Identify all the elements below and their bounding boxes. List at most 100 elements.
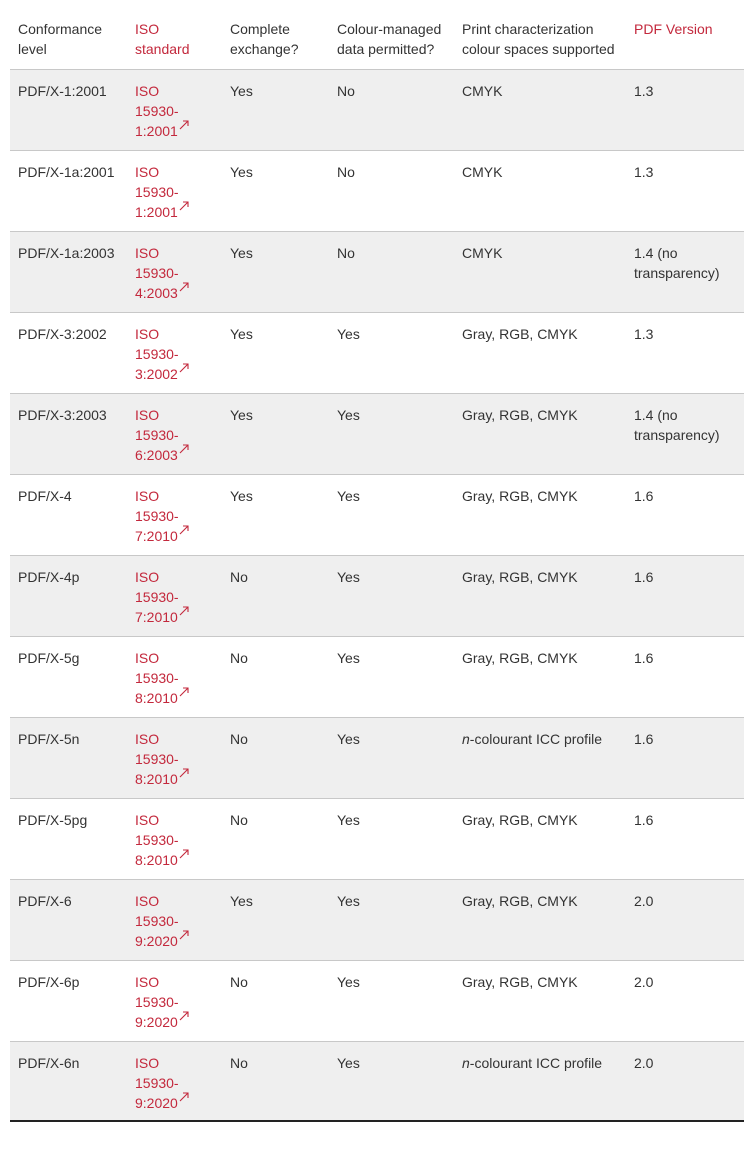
cell-pdf-version: 1.4 (no transparency) [626, 231, 744, 312]
conformance-level-text: PDF/X-4p [18, 568, 80, 585]
iso-standard-link[interactable]: ISO 15930- 1:2001 [135, 164, 189, 220]
external-link-icon [179, 686, 189, 697]
iso-standard-part-b: 15930- [135, 588, 179, 605]
iso-standard-part-b: 15930- [135, 264, 179, 281]
pdf-version-text: 1.3 [634, 82, 654, 99]
iso-standard-link[interactable]: ISO 15930- 4:2003 [135, 245, 189, 301]
conformance-level-text: PDF/X-5g [18, 649, 80, 666]
cell-print-colour-spaces: Gray, RGB, CMYK [454, 312, 626, 393]
cell-conformance-level: PDF/X-3:2002 [10, 312, 127, 393]
conformance-level-text: PDF/X-4 [18, 487, 72, 504]
iso-standard-part-a: ISO [135, 487, 160, 504]
pdf-version-text: 1.3 [634, 163, 654, 180]
cell-colour-managed: Yes [329, 717, 454, 798]
cell-complete-exchange: No [222, 636, 329, 717]
external-link-icon [179, 281, 189, 292]
external-link-icon [179, 767, 189, 778]
iso-standard-part-a: ISO [135, 163, 160, 180]
table-body: PDF/X-1:2001 ISO 15930- 1:2001 Yes No CMYK 1.3 P… [10, 69, 744, 1121]
colour-spaces-text: Gray, RGB, CMYK [462, 973, 578, 990]
complete-exchange-text: No [230, 568, 248, 585]
iso-standard-part-a: ISO [135, 649, 160, 666]
iso-standard-part-a: ISO [135, 325, 160, 342]
iso-standard-link[interactable]: ISO 15930- 1:2001 [135, 83, 189, 139]
pdf-version-text: 2.0 [634, 1054, 654, 1071]
cell-pdf-version: 2.0 [626, 879, 744, 960]
conformance-level-text: PDF/X-1a:2003 [18, 244, 115, 261]
table-row: PDF/X-3:2002 ISO 15930- 3:2002 Yes Yes Gray, R… [10, 312, 744, 393]
table-row: PDF/X-1:2001 ISO 15930- 1:2001 Yes No CMYK 1.3 [10, 69, 744, 150]
colour-managed-text: Yes [337, 406, 360, 423]
cell-complete-exchange: No [222, 555, 329, 636]
table-row: PDF/X-5g ISO 15930- 8:2010 No Yes Gray, RGB, C… [10, 636, 744, 717]
cell-print-colour-spaces: Gray, RGB, CMYK [454, 555, 626, 636]
cell-conformance-level: PDF/X-6n [10, 1041, 127, 1121]
colour-managed-text: Yes [337, 568, 360, 585]
iso-standard-link[interactable]: ISO 15930- 3:2002 [135, 326, 189, 382]
cell-complete-exchange: No [222, 717, 329, 798]
conformance-level-text: PDF/X-5pg [18, 811, 88, 828]
cell-complete-exchange: Yes [222, 474, 329, 555]
colour-spaces-text: -colourant ICC profile [469, 730, 603, 747]
cell-iso-standard: ISO 15930- 6:2003 [127, 393, 222, 474]
conformance-level-text: PDF/X-1:2001 [18, 82, 107, 99]
cell-complete-exchange: Yes [222, 231, 329, 312]
complete-exchange-text: No [230, 649, 248, 666]
iso-standard-part-b: 15930- [135, 912, 179, 929]
table-row: PDF/X-5pg ISO 15930- 8:2010 No Yes Gray, RGB, … [10, 798, 744, 879]
external-link-icon [179, 605, 189, 616]
cell-iso-standard: ISO 15930- 8:2010 [127, 636, 222, 717]
complete-exchange-text: Yes [230, 325, 253, 342]
cell-iso-standard: ISO 15930- 8:2010 [127, 798, 222, 879]
iso-standard-link[interactable]: ISO 15930- 7:2010 [135, 488, 189, 544]
header-iso-standard[interactable]: ISO standard [127, 8, 222, 69]
header-pdf-version[interactable]: PDF Version [626, 8, 744, 69]
header-row: Conformance level ISO standard Complete … [10, 8, 744, 69]
colour-spaces-text: Gray, RGB, CMYK [462, 649, 578, 666]
external-link-icon [179, 929, 189, 940]
cell-colour-managed: Yes [329, 1041, 454, 1121]
iso-standard-part-a: ISO [135, 568, 160, 585]
cell-print-colour-spaces: Gray, RGB, CMYK [454, 960, 626, 1041]
cell-print-colour-spaces: Gray, RGB, CMYK [454, 879, 626, 960]
cell-conformance-level: PDF/X-1a:2001 [10, 150, 127, 231]
iso-standard-link[interactable]: ISO 15930- 9:2020 [135, 974, 189, 1030]
cell-conformance-level: PDF/X-4 [10, 474, 127, 555]
iso-standard-link[interactable]: ISO 15930- 8:2010 [135, 650, 189, 706]
external-link-icon [179, 848, 189, 859]
pdf-version-text: 1.6 [634, 730, 654, 747]
cell-colour-managed: Yes [329, 798, 454, 879]
iso-standard-link[interactable]: ISO 15930- 9:2020 [135, 893, 189, 949]
iso-standard-link[interactable]: ISO 15930- 9:2020 [135, 1055, 189, 1111]
iso-standard-link[interactable]: ISO 15930- 8:2010 [135, 812, 189, 868]
complete-exchange-text: No [230, 730, 248, 747]
conformance-level-text: PDF/X-6 [18, 892, 72, 909]
colour-managed-text: Yes [337, 973, 360, 990]
complete-exchange-text: No [230, 1054, 248, 1071]
complete-exchange-text: No [230, 811, 248, 828]
header-complete-exchange: Complete exchange? [230, 21, 299, 57]
cell-pdf-version: 1.3 [626, 69, 744, 150]
cell-complete-exchange: Yes [222, 150, 329, 231]
cell-pdf-version: 1.6 [626, 474, 744, 555]
iso-standard-link[interactable]: ISO 15930- 8:2010 [135, 731, 189, 787]
iso-standard-part-c: 8:2010 [135, 689, 178, 706]
cell-print-colour-spaces: Gray, RGB, CMYK [454, 636, 626, 717]
iso-standard-part-c: 4:2003 [135, 284, 178, 301]
complete-exchange-text: Yes [230, 406, 253, 423]
iso-standard-part-c: 1:2001 [135, 203, 178, 220]
cell-print-colour-spaces: CMYK [454, 69, 626, 150]
iso-standard-part-a: ISO [135, 973, 160, 990]
cell-iso-standard: ISO 15930- 1:2001 [127, 69, 222, 150]
iso-standard-part-b: 15930- [135, 183, 179, 200]
table-row: PDF/X-4 ISO 15930- 7:2010 Yes Yes Gray, RGB, C… [10, 474, 744, 555]
iso-standard-link[interactable]: ISO 15930- 7:2010 [135, 569, 189, 625]
complete-exchange-text: Yes [230, 892, 253, 909]
cell-complete-exchange: No [222, 960, 329, 1041]
external-link-icon [179, 524, 189, 535]
colour-managed-text: Yes [337, 1054, 360, 1071]
iso-standard-link[interactable]: ISO 15930- 6:2003 [135, 407, 189, 463]
cell-iso-standard: ISO 15930- 7:2010 [127, 474, 222, 555]
cell-colour-managed: No [329, 231, 454, 312]
cell-print-colour-spaces: CMYK [454, 231, 626, 312]
